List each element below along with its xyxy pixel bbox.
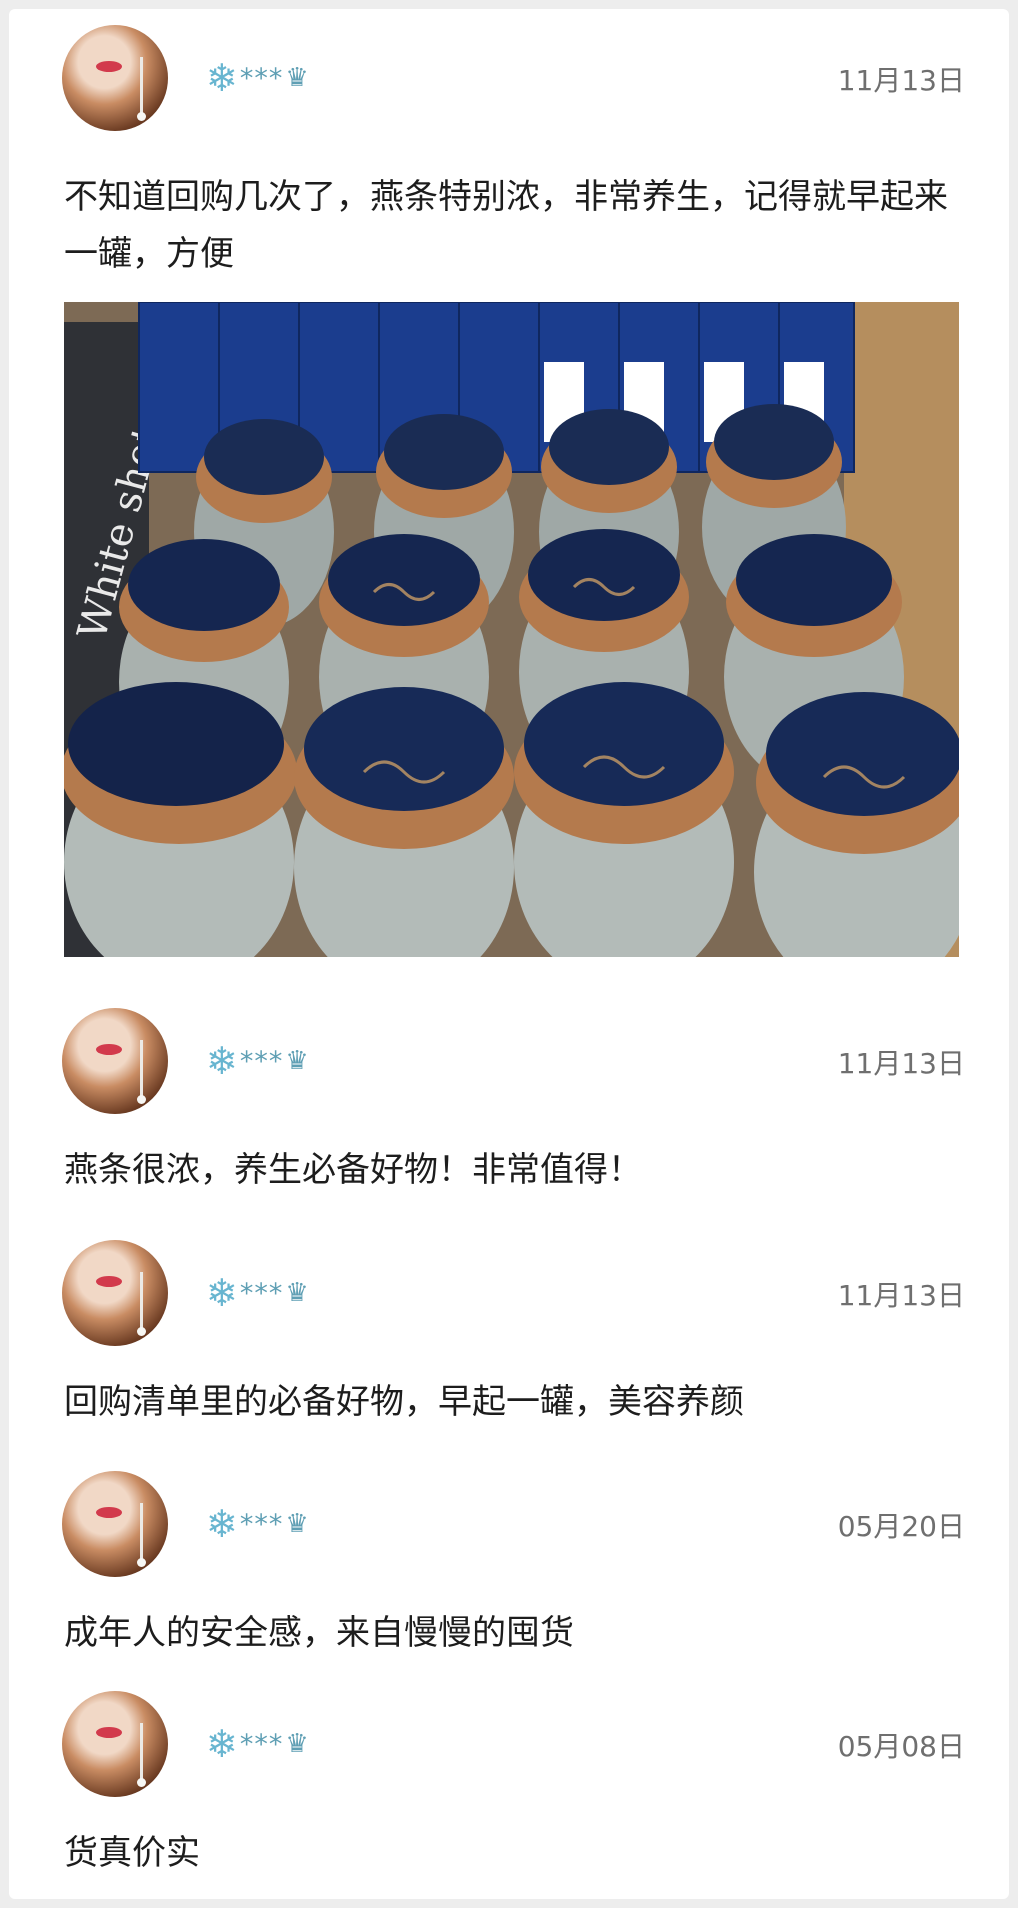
snowflake-icon: ❄ — [206, 56, 238, 100]
avatar[interactable] — [62, 25, 168, 131]
crown-icon: ♛ — [285, 1509, 309, 1539]
crown-icon: ♛ — [285, 1046, 309, 1076]
review-text: 货真价实 — [64, 1833, 200, 1873]
crown-icon: ♛ — [285, 1729, 309, 1759]
avatar[interactable] — [62, 1691, 168, 1797]
review-date: 11月13日 — [837, 64, 965, 97]
username: ❄ *** ♛ — [206, 56, 309, 100]
review-text: 回购清单里的必备好物，早起一罐，美容养颜 — [64, 1382, 744, 1422]
review-photo[interactable]: White shot — [64, 302, 959, 957]
review-text: 不知道回购几次了，燕条特别浓，非常养生，记得就早起来一罐，方便 — [64, 177, 948, 274]
reviews-card: ❄ *** ♛ 11月13日 不知道回购几次了，燕条特别浓，非常养生，记得就早起… — [9, 9, 1009, 1899]
crown-icon: ♛ — [285, 63, 309, 93]
review-date: 11月13日 — [837, 1279, 965, 1312]
snowflake-icon: ❄ — [206, 1039, 238, 1083]
avatar[interactable] — [62, 1240, 168, 1346]
username: ❄ *** ♛ — [206, 1039, 309, 1083]
review-text: 燕条很浓，养生必备好物！非常值得！ — [64, 1150, 642, 1190]
snowflake-icon: ❄ — [206, 1271, 238, 1315]
review-text: 成年人的安全感，来自慢慢的囤货 — [64, 1613, 574, 1653]
snowflake-icon: ❄ — [206, 1722, 238, 1766]
username: ❄ *** ♛ — [206, 1271, 309, 1315]
review-date: 11月13日 — [837, 1047, 965, 1080]
review-date: 05月08日 — [837, 1730, 965, 1763]
username: ❄ *** ♛ — [206, 1722, 309, 1766]
review-date: 05月20日 — [837, 1510, 965, 1543]
avatar[interactable] — [62, 1471, 168, 1577]
avatar[interactable] — [62, 1008, 168, 1114]
username: ❄ *** ♛ — [206, 1502, 309, 1546]
snowflake-icon: ❄ — [206, 1502, 238, 1546]
jars-photo-illustration: White shot — [64, 302, 959, 957]
crown-icon: ♛ — [285, 1278, 309, 1308]
